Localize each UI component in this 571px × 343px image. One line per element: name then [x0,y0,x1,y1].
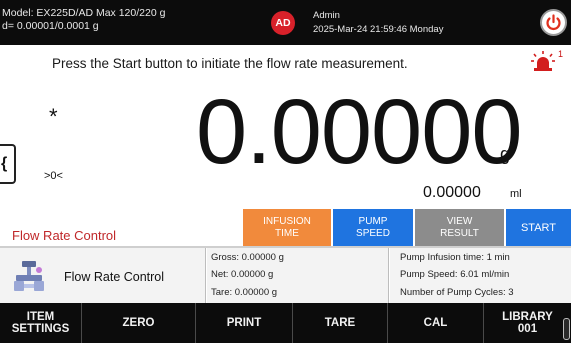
model-info: Model: EX225D/AD Max 120/220 g d= 0.0000… [2,7,165,33]
top-bar: Model: EX225D/AD Max 120/220 g d= 0.0000… [0,0,571,45]
print-label: PRINT [226,317,262,329]
pump-speed-button[interactable]: PUMP SPEED [333,209,413,246]
tare-weight: Tare: 0.00000 g [211,287,278,298]
infusion-time-label: INFUSION TIME [263,215,311,239]
pump-infusion-time: Pump Infusion time: 1 min [400,252,510,263]
tare-button[interactable]: TARE [293,303,388,343]
pump-speed-label: PUMP SPEED [356,215,390,239]
zero-button[interactable]: ZERO [82,303,196,343]
side-panel-tab[interactable]: { [0,144,16,184]
pump-panel: Pump Infusion time: 1 min Pump Speed: 6.… [390,248,571,303]
flow-rate-icon [14,261,44,291]
view-result-button[interactable]: VIEW RESULT [415,209,504,246]
start-label: START [520,221,557,234]
weights-panel: Gross: 0.00000 g Net: 0.00000 g Tare: 0.… [207,248,389,303]
item-settings-button[interactable]: ITEM SETTINGS [0,303,82,343]
resolution-line: d= 0.00001/0.0001 g [2,20,99,32]
application-panel[interactable]: Flow Rate Control [0,248,206,303]
status-message: Press the Start button to initiate the f… [52,56,408,71]
pump-cycles: Number of Pump Cycles: 3 [400,287,514,298]
print-button[interactable]: PRINT [196,303,293,343]
item-settings-label: ITEM SETTINGS [11,311,70,335]
net-weight: Net: 0.00000 g [211,269,274,280]
start-button[interactable]: START [506,209,571,246]
pump-speed: Pump Speed: 6.01 ml/min [400,269,510,280]
power-button[interactable] [540,9,567,36]
mode-label: Flow Rate Control [12,228,117,243]
infusion-time-button[interactable]: INFUSION TIME [243,209,331,246]
cal-label: CAL [423,317,448,329]
tare-label: TARE [324,317,356,329]
zero-indicator: >0< [44,170,63,182]
user-name: Admin [313,10,340,21]
side-tab-glyph: { [1,155,8,172]
gross-weight: Gross: 0.00000 g [211,252,284,263]
user-avatar[interactable]: AD [271,11,295,35]
application-name: Flow Rate Control [64,270,165,284]
stability-indicator: * [49,104,58,129]
volume-value: 0.00000 [423,184,481,201]
zero-label: ZERO [122,317,155,329]
power-icon [546,14,561,30]
cal-button[interactable]: CAL [388,303,484,343]
weight-unit: g [500,144,511,164]
user-info: Admin 2025-Mar-24 21:59:46 Monday [313,9,443,37]
datetime: 2025-Mar-24 21:59:46 Monday [313,24,444,35]
model-line: Model: EX225D/AD Max 120/220 g [2,7,166,19]
alarm-count: 1 [558,49,564,59]
view-result-label: VIEW RESULT [440,215,479,239]
alarm-siren-icon[interactable] [528,50,558,72]
library-button[interactable]: LIBRARY 001 [484,303,571,343]
library-label: LIBRARY 001 [502,311,553,335]
weight-value: 0.00000 [196,81,523,183]
function-bar: ITEM SETTINGS ZERO PRINT TARE CAL LIBRAR… [0,303,571,343]
scroll-handle[interactable] [563,318,570,340]
volume-unit: ml [510,188,522,200]
